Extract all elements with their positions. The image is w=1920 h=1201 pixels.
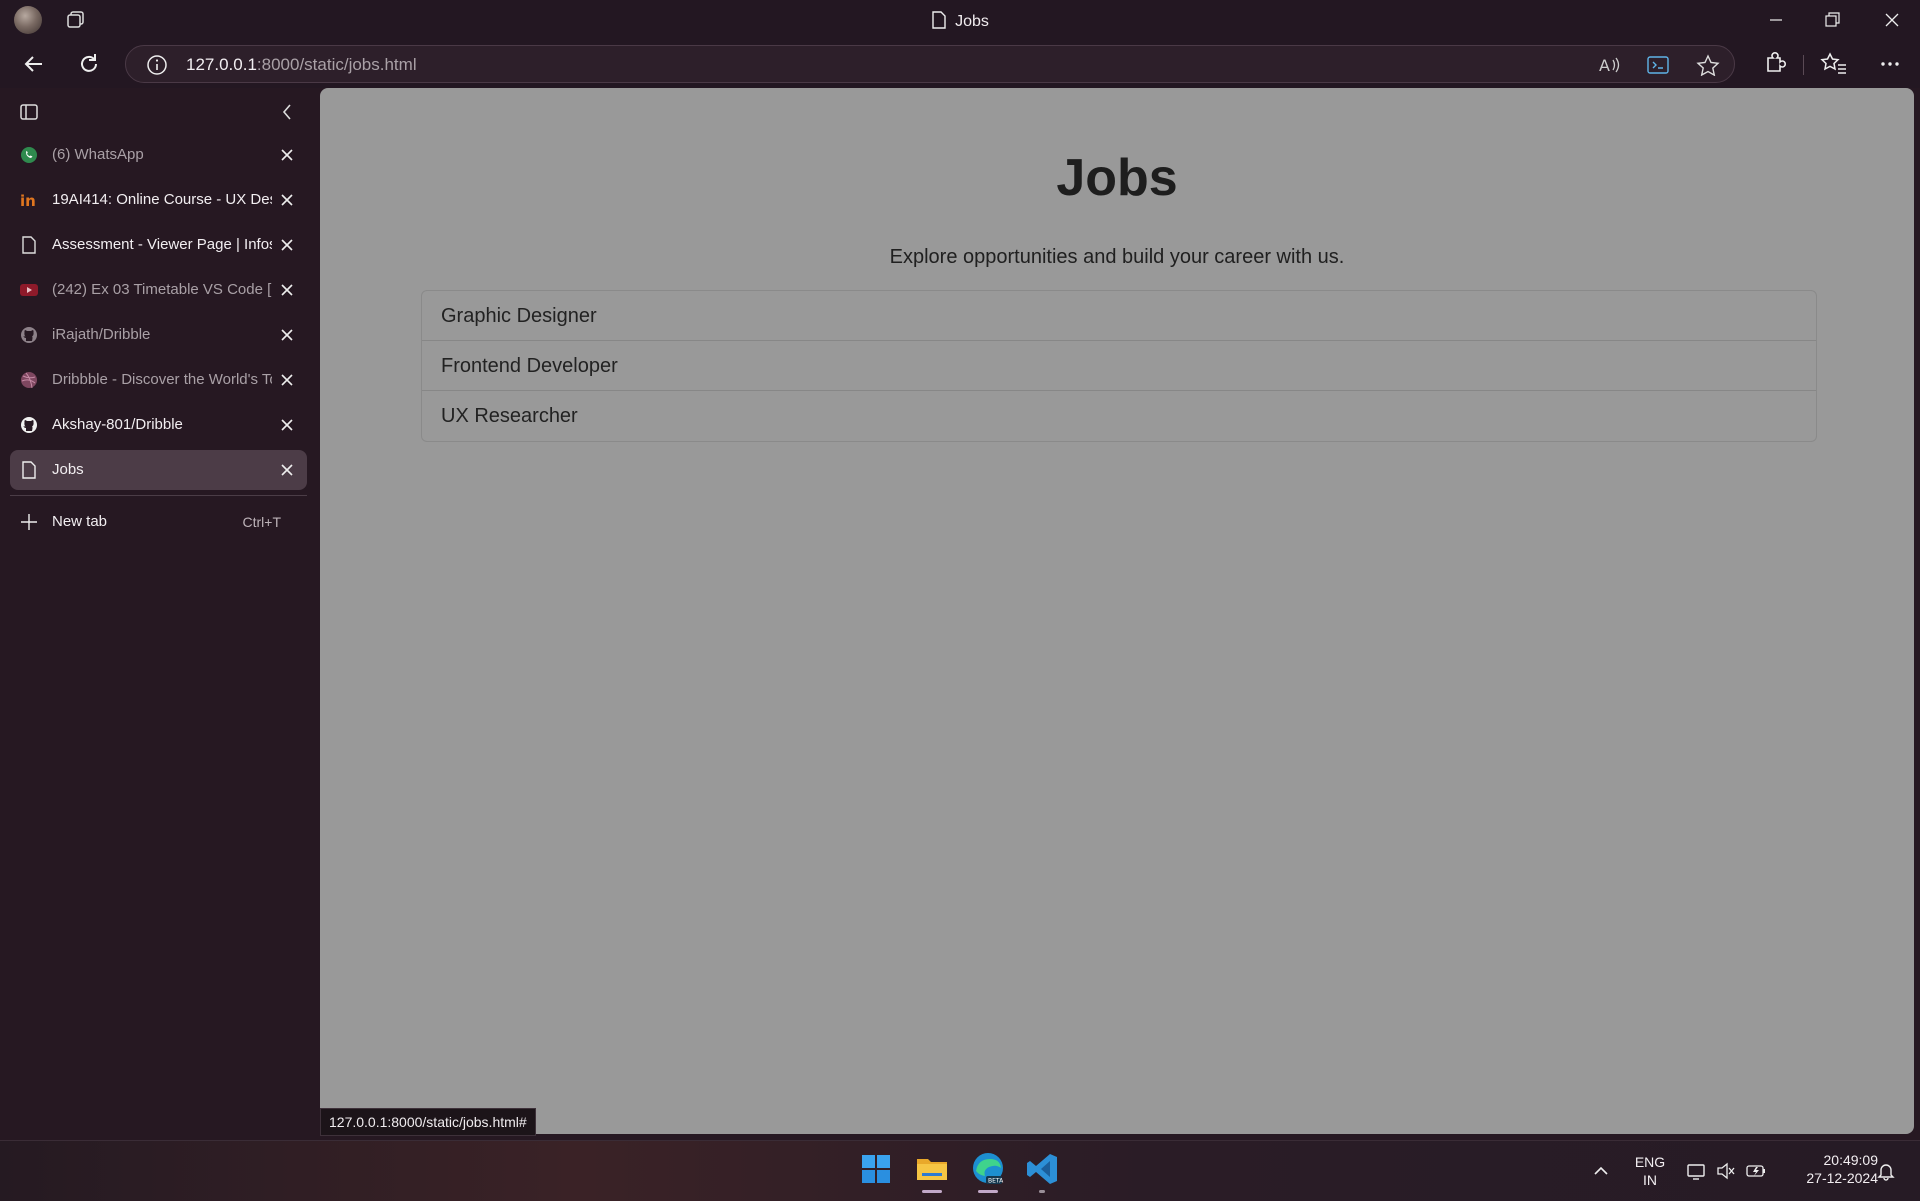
windows-taskbar: BETA ENG IN 20:49:09 27-12-2024 xyxy=(0,1140,1920,1201)
github-icon xyxy=(21,327,37,343)
windows-start-icon xyxy=(862,1155,890,1183)
sidebar-tab-youtube[interactable]: (242) Ex 03 Timetable VS Code [E xyxy=(10,270,307,310)
edge-beta-icon: BETA xyxy=(973,1153,1004,1185)
favorite-star-icon[interactable] xyxy=(1696,54,1720,76)
region-code: IN xyxy=(1643,1172,1657,1188)
favorites-icon[interactable] xyxy=(1818,48,1850,80)
sidebar-tab-jobs[interactable]: Jobs xyxy=(10,450,307,490)
url-host: 127.0.0.1 xyxy=(186,55,257,74)
job-item-frontend-developer[interactable]: Frontend Developer xyxy=(422,341,1816,391)
tab-title: iRajath/Dribble xyxy=(52,326,151,343)
more-icon[interactable] xyxy=(1874,48,1906,80)
tab-title: (242) Ex 03 Timetable VS Code [E xyxy=(52,281,272,298)
sidebar-tab-ux-course[interactable]: in 19AI414: Online Course - UX Design xyxy=(10,180,307,220)
close-tab-icon[interactable] xyxy=(279,147,295,163)
restore-icon[interactable] xyxy=(1820,8,1844,32)
url-path: :8000/static/jobs.html xyxy=(256,55,417,74)
language-code: ENG xyxy=(1634,1154,1666,1170)
chevron-up-icon[interactable] xyxy=(1591,1161,1611,1181)
info-icon[interactable] xyxy=(146,54,168,76)
job-item-ux-researcher[interactable]: UX Researcher xyxy=(422,391,1816,441)
close-tab-icon[interactable] xyxy=(279,237,295,253)
sidebar-tab-dribbble[interactable]: Dribbble - Discover the World's Top xyxy=(10,360,307,400)
page-viewport: Jobs Explore opportunities and build you… xyxy=(320,88,1914,1134)
svg-text:in: in xyxy=(20,192,36,209)
taskbar-file-explorer[interactable] xyxy=(912,1149,952,1193)
immersive-reader-icon[interactable] xyxy=(1646,54,1670,76)
job-item-graphic-designer[interactable]: Graphic Designer xyxy=(422,291,1816,341)
github-icon xyxy=(21,417,37,433)
collapse-sidebar-icon[interactable] xyxy=(278,102,296,122)
vertical-tabs-sidebar: (6) WhatsApp in 19AI414: Online Course -… xyxy=(0,88,318,1140)
close-icon[interactable] xyxy=(1880,8,1904,32)
url-text[interactable]: 127.0.0.1:8000/static/jobs.html xyxy=(186,55,417,75)
running-indicator xyxy=(978,1190,998,1193)
page-icon xyxy=(932,11,946,29)
new-tab-button[interactable]: New tab Ctrl+T xyxy=(10,502,307,542)
tab-title: Jobs xyxy=(52,461,84,478)
clock-date: 27-12-2024 xyxy=(1806,1170,1878,1186)
browser-toolbar: 127.0.0.1:8000/static/jobs.html A xyxy=(0,40,1920,88)
sidebar-divider xyxy=(10,495,307,496)
extensions-icon[interactable] xyxy=(1758,48,1790,80)
file-explorer-icon xyxy=(917,1159,947,1180)
tab-actions-icon[interactable] xyxy=(19,102,39,122)
sidebar-tab-whatsapp[interactable]: (6) WhatsApp xyxy=(10,135,307,175)
refresh-icon[interactable] xyxy=(73,48,105,80)
tab-title: Dribbble - Discover the World's Top xyxy=(52,371,272,388)
close-tab-icon[interactable] xyxy=(279,282,295,298)
window-title: Jobs xyxy=(0,11,1920,31)
youtube-icon xyxy=(20,284,38,296)
minimize-icon[interactable] xyxy=(1764,8,1788,32)
plus-icon xyxy=(21,514,37,530)
vscode-icon xyxy=(1027,1154,1057,1184)
notification-bell-icon[interactable] xyxy=(1876,1161,1896,1181)
running-indicator xyxy=(922,1190,942,1193)
sidebar-tab-irajath-dribble[interactable]: iRajath/Dribble xyxy=(10,315,307,355)
close-tab-icon[interactable] xyxy=(279,417,295,433)
link-status-bubble: 127.0.0.1:8000/static/jobs.html# xyxy=(320,1108,536,1136)
close-tab-icon[interactable] xyxy=(279,327,295,343)
back-icon[interactable] xyxy=(18,48,50,80)
tab-title: Assessment - Viewer Page | Infosys xyxy=(52,236,272,253)
windows-start-button[interactable] xyxy=(856,1149,896,1189)
read-aloud-icon[interactable]: A xyxy=(1598,54,1622,76)
job-list: Graphic Designer Frontend Developer UX R… xyxy=(421,290,1817,442)
whatsapp-icon xyxy=(21,147,37,163)
clock-time: 20:49:09 xyxy=(1823,1152,1879,1168)
page-icon xyxy=(22,461,36,479)
tab-title: (6) WhatsApp xyxy=(52,146,144,163)
clock[interactable]: 20:49:09 27-12-2024 xyxy=(1780,1151,1878,1187)
close-tab-icon[interactable] xyxy=(279,192,295,208)
toolbar-divider xyxy=(1803,55,1804,75)
network-icon[interactable] xyxy=(1686,1161,1706,1181)
taskbar-edge-beta[interactable]: BETA xyxy=(968,1149,1008,1193)
tab-title: Akshay-801/Dribble xyxy=(52,416,183,433)
battery-charging-icon[interactable] xyxy=(1746,1161,1766,1181)
input-language[interactable]: ENG IN xyxy=(1628,1153,1672,1189)
page-icon xyxy=(22,236,36,254)
tab-title: 19AI414: Online Course - UX Design xyxy=(52,191,272,208)
sidebar-tab-akshay-dribble[interactable]: Akshay-801/Dribble xyxy=(10,405,307,445)
taskbar-vscode[interactable] xyxy=(1022,1149,1062,1193)
volume-muted-icon[interactable] xyxy=(1716,1161,1736,1181)
close-tab-icon[interactable] xyxy=(279,462,295,478)
sidebar-header xyxy=(0,88,318,136)
course-icon: in xyxy=(20,192,36,209)
new-tab-shortcut: Ctrl+T xyxy=(242,514,282,530)
running-indicator xyxy=(1039,1190,1045,1193)
svg-text:BETA: BETA xyxy=(988,1178,1004,1185)
page-subtitle: Explore opportunities and build your car… xyxy=(889,246,1345,268)
address-bar[interactable]: 127.0.0.1:8000/static/jobs.html A xyxy=(125,45,1735,83)
close-tab-icon[interactable] xyxy=(279,372,295,388)
sidebar-tab-assessment[interactable]: Assessment - Viewer Page | Infosys xyxy=(10,225,307,265)
dribbble-icon xyxy=(21,372,37,389)
svg-text:A: A xyxy=(1599,56,1610,75)
new-tab-label: New tab xyxy=(52,513,108,530)
page-heading: Jobs xyxy=(1056,149,1178,207)
window-title-text: Jobs xyxy=(955,13,989,30)
title-bar: Jobs xyxy=(0,0,1920,40)
